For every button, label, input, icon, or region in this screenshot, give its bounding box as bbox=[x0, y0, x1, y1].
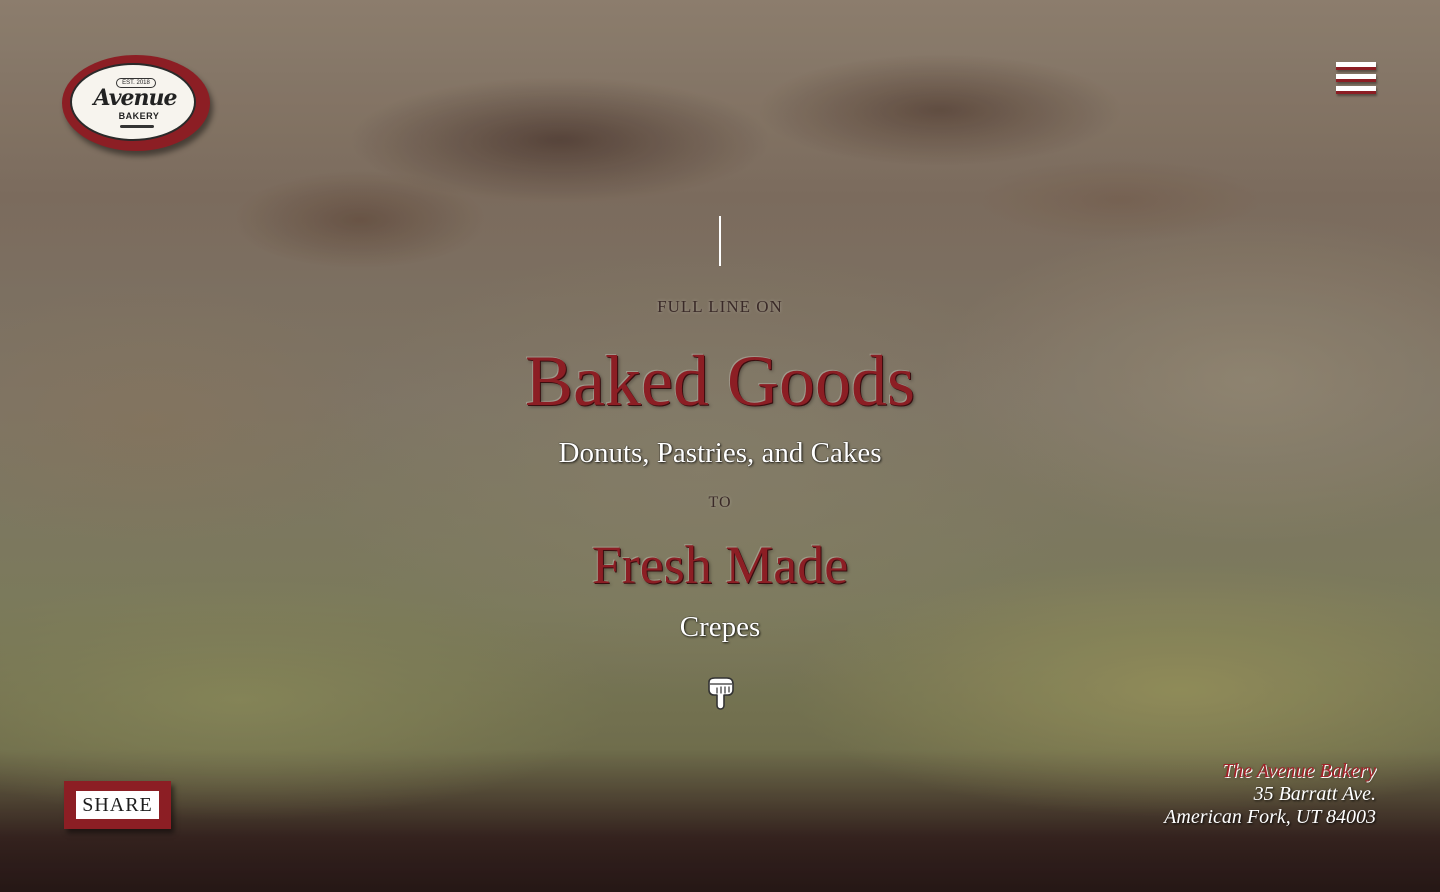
hero-content: FULL LINE ON Baked Goods Donuts, Pastrie… bbox=[0, 0, 1440, 892]
street-address: 35 Barratt Ave. bbox=[1253, 783, 1376, 805]
pointing-down-hand-icon[interactable] bbox=[705, 676, 737, 710]
share-button-label: SHARE bbox=[76, 791, 159, 819]
address-block: The Avenue Bakery 35 Barratt Ave. Americ… bbox=[1164, 760, 1376, 829]
pointing-down-hand-svg bbox=[708, 677, 734, 710]
divider-line bbox=[719, 216, 721, 266]
hero-background: EST. 2018 Avenue BAKERY FULL LINE ON Bak… bbox=[0, 0, 1440, 892]
city-state-zip: American Fork, UT 84003 bbox=[1164, 806, 1376, 828]
business-name[interactable]: The Avenue Bakery bbox=[1164, 760, 1376, 783]
share-button[interactable]: SHARE bbox=[64, 781, 171, 829]
subline-donuts: Donuts, Pastries, and Cakes bbox=[558, 437, 882, 469]
kicker-to: TO bbox=[708, 494, 732, 511]
headline-fresh-made: Fresh Made bbox=[591, 535, 849, 595]
subline-crepes: Crepes bbox=[679, 611, 761, 643]
headline-baked-goods: Baked Goods bbox=[525, 341, 915, 421]
kicker-full-line-on: FULL LINE ON bbox=[657, 297, 783, 316]
